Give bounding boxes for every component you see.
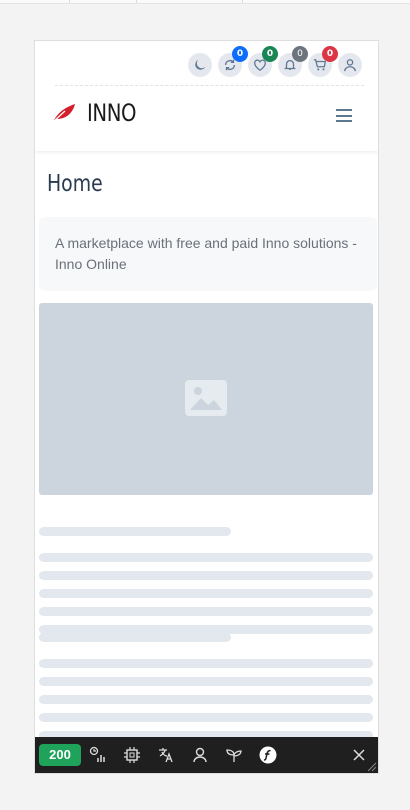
updates-badge: 0 xyxy=(232,46,248,62)
skeleton-line xyxy=(39,553,373,562)
wishlist-badge: 0 xyxy=(262,46,278,62)
security-button[interactable] xyxy=(183,737,217,773)
page-description: A marketplace with free and paid Inno so… xyxy=(39,217,377,291)
memory-button[interactable] xyxy=(115,737,149,773)
browser-strip xyxy=(0,0,410,4)
wishlist-button[interactable]: 0 xyxy=(248,46,278,77)
skeleton-line xyxy=(39,677,373,686)
mobile-viewport: 0 0 0 0 INNO Home A marketplace with fre… xyxy=(34,40,379,774)
updates-button[interactable]: 0 xyxy=(218,46,248,77)
notifications-badge: 0 xyxy=(292,46,308,62)
skeleton-line xyxy=(39,659,373,668)
resize-grip-icon[interactable] xyxy=(367,762,377,772)
moon-icon xyxy=(195,59,206,70)
timer-button[interactable] xyxy=(81,737,115,773)
close-icon[interactable] xyxy=(350,746,368,764)
status-code-badge[interactable]: 200 xyxy=(39,744,81,766)
translate-icon xyxy=(159,748,173,763)
user-icon xyxy=(344,59,356,72)
header-toolbar: 0 0 0 0 xyxy=(188,46,362,77)
skeleton-line xyxy=(39,571,373,580)
brand-name: INNO xyxy=(87,99,137,127)
skeleton-line xyxy=(39,589,373,598)
menu-icon[interactable] xyxy=(336,109,352,122)
dark-mode-button[interactable] xyxy=(188,53,212,77)
account-button[interactable] xyxy=(338,53,362,77)
symfony-icon xyxy=(259,746,277,764)
page-title: Home xyxy=(47,171,103,197)
skeleton-line xyxy=(39,713,373,722)
skeleton-line xyxy=(39,633,231,642)
site-header: 0 0 0 0 INNO xyxy=(35,41,378,151)
header-divider xyxy=(55,85,364,86)
person-icon xyxy=(193,747,207,763)
sprout-icon xyxy=(226,749,242,762)
skeleton-line xyxy=(39,607,373,616)
leaf-logo-icon xyxy=(52,104,75,123)
skeleton-line xyxy=(39,527,231,536)
brand-logo[interactable]: INNO xyxy=(51,99,147,127)
notifications-button[interactable]: 0 xyxy=(278,46,308,77)
cart-badge: 0 xyxy=(322,46,338,62)
twig-button[interactable] xyxy=(217,737,251,773)
translation-button[interactable] xyxy=(149,737,183,773)
symfony-button[interactable] xyxy=(251,737,285,773)
cpu-icon xyxy=(124,747,140,763)
skeleton-line xyxy=(39,695,373,704)
image-icon xyxy=(185,380,227,416)
cart-button[interactable]: 0 xyxy=(308,46,338,77)
image-placeholder xyxy=(39,303,373,495)
debug-toolbar: 200 xyxy=(35,737,378,773)
timer-icon xyxy=(89,746,105,762)
